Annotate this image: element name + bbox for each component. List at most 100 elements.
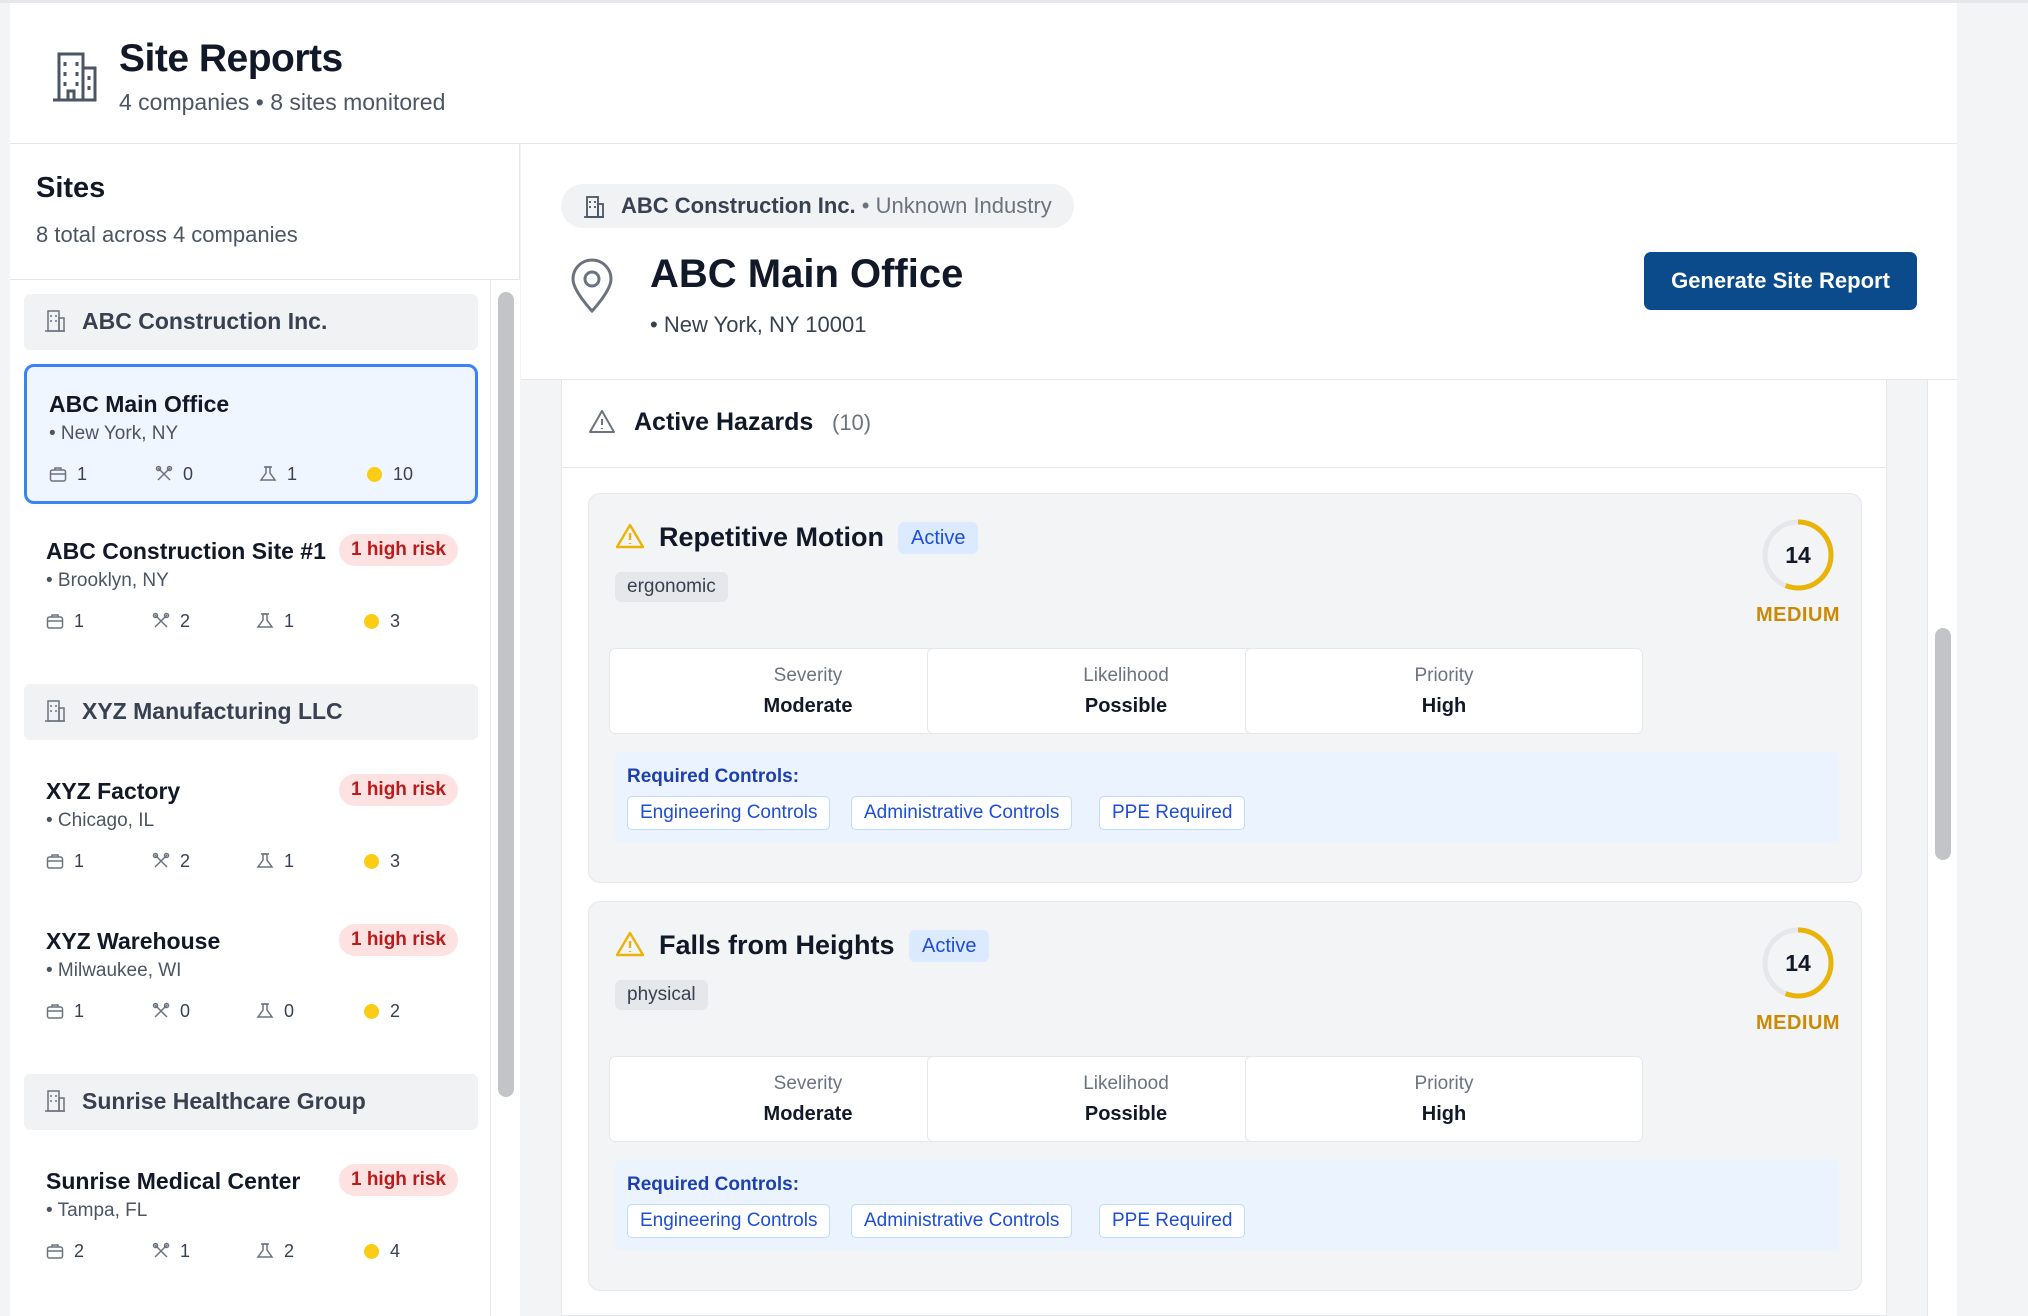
site-stats: 1 2 1 3	[46, 608, 456, 634]
user-icon	[256, 1243, 274, 1258]
site-name: Sunrise Medical Center	[46, 1168, 301, 1194]
hazard-dot-icon	[364, 854, 379, 869]
sidebar-title: Sites	[36, 172, 106, 204]
site-card[interactable]: Sunrise Medical Center • Tampa, FL 1 high …	[24, 1144, 478, 1284]
site-stats: 1 0 0 2	[46, 998, 456, 1024]
site-stat-value: 1	[74, 851, 85, 871]
site-detail: ABC Construction Inc. • Unknown Industry…	[521, 144, 1957, 1316]
site-name: ABC Main Office	[49, 391, 230, 417]
site-stat-value: 0	[180, 1001, 191, 1021]
hazard-dot-icon	[364, 1004, 379, 1019]
building-icon	[45, 310, 65, 332]
site-stat-value: 2	[284, 1241, 295, 1261]
company-name: ABC Construction Inc.	[621, 193, 856, 218]
company-industry: • Unknown Industry	[861, 193, 1052, 218]
warning-icon	[589, 410, 615, 433]
user-icon	[256, 1003, 274, 1018]
tools-icon	[152, 1002, 170, 1018]
site-stat-value: 1	[180, 1241, 191, 1261]
control-chip: Administrative Controls	[851, 1204, 1073, 1238]
high-risk-badge: 1 high risk	[338, 1164, 458, 1196]
hazard-dot-icon	[367, 467, 382, 482]
control-chip: Engineering Controls	[627, 1204, 831, 1238]
site-stat-value: 1	[284, 611, 295, 631]
active-hazards-header: Active Hazards (10)	[562, 380, 1886, 468]
hazard-category-tag: physical	[615, 980, 708, 1010]
building-icon	[53, 52, 97, 102]
site-stats: 2 1 2 4	[46, 1238, 456, 1264]
tools-icon	[152, 852, 170, 868]
site-stat-value: 0	[284, 1001, 295, 1021]
briefcase-icon	[46, 1244, 64, 1259]
site-stat-value: 1	[74, 611, 85, 631]
hazard-status-badge: Active	[898, 522, 979, 554]
site-stat-value: 4	[390, 1241, 401, 1261]
hazard-category-tag: ergonomic	[615, 572, 728, 602]
required-controls-label: Required Controls:	[627, 766, 800, 787]
site-stats: 1 2 1 3	[46, 848, 456, 874]
user-icon	[259, 466, 277, 481]
site-name: ABC Construction Site #1	[46, 538, 326, 564]
site-stat-value: 2	[390, 1001, 401, 1021]
hazard-dot-icon	[364, 1244, 379, 1259]
sidebar-header: Sites 8 total across 4 companies	[10, 144, 520, 280]
building-icon	[584, 196, 604, 218]
tools-icon	[152, 1242, 170, 1258]
briefcase-icon	[46, 1004, 64, 1019]
site-detail-header: ABC Construction Inc. • Unknown Industry…	[521, 144, 1957, 380]
active-hazards-panel: Active Hazards (10) Repetitive Motion Act…	[561, 380, 1887, 1316]
site-stat-value: 1	[287, 464, 298, 484]
generate-site-report-button[interactable]: Generate Site Report	[1644, 252, 1917, 310]
building-icon	[45, 1090, 65, 1112]
site-stat-value: 1	[284, 851, 295, 871]
hazard-metric-priority: Priority High	[1245, 1056, 1643, 1142]
main-scrollbar-thumb[interactable]	[1935, 628, 1951, 860]
risk-score-value: 14	[1785, 950, 1811, 976]
site-stat-value: 1	[77, 464, 88, 484]
active-hazards-count: (10)	[832, 410, 872, 435]
sites-sidebar: Sites 8 total across 4 companies ABC Con…	[10, 144, 520, 1316]
map-pin-icon	[571, 258, 613, 314]
sidebar-scrollbar-thumb[interactable]	[498, 292, 514, 1097]
warning-icon	[615, 931, 645, 957]
company-group-header[interactable]: Sunrise Healthcare Group	[24, 1074, 478, 1130]
company-group-label: Sunrise Healthcare Group	[82, 1088, 366, 1114]
hazard-card: Repetitive Motion Active ergonomic 14 MEDIUM…	[588, 493, 1862, 883]
site-card[interactable]: ABC Main Office • New York, NY 1 0 1 10	[24, 364, 478, 504]
hazard-title: Falls from Heights	[659, 930, 895, 960]
page-header: Site Reports 4 companies • 8 sites monit…	[10, 3, 1957, 144]
required-controls: Required Controls: Engineering Controls Ad…	[615, 1160, 1839, 1250]
site-title: ABC Main Office	[650, 252, 964, 296]
tools-icon	[155, 465, 173, 481]
company-group-header[interactable]: XYZ Manufacturing LLC	[24, 684, 478, 740]
company-group-label: ABC Construction Inc.	[82, 308, 328, 334]
site-stat-value: 1	[74, 1001, 85, 1021]
page-title: Site Reports	[119, 37, 343, 80]
hazard-dot-icon	[364, 614, 379, 629]
tools-icon	[152, 612, 170, 628]
user-icon	[256, 613, 274, 628]
site-stat-value: 2	[74, 1241, 85, 1261]
site-card[interactable]: XYZ Factory • Chicago, IL 1 high risk 1 2 1 3	[24, 754, 478, 894]
metric-label: Priority	[1414, 665, 1474, 686]
metric-value: High	[1421, 1103, 1467, 1125]
risk-level-label: MEDIUM	[1755, 1012, 1841, 1034]
site-location: • New York, NY	[49, 423, 179, 444]
briefcase-icon	[46, 854, 64, 869]
site-card[interactable]: XYZ Warehouse • Milwaukee, WI 1 high risk 1…	[24, 904, 478, 1044]
site-stat-value: 10	[393, 464, 414, 484]
site-stat-value: 3	[390, 611, 401, 631]
hazard-metric-priority: Priority High	[1245, 648, 1643, 734]
site-name: XYZ Factory	[46, 778, 181, 804]
company-group-label: XYZ Manufacturing LLC	[82, 698, 343, 724]
site-card[interactable]: ABC Construction Site #1 • Brooklyn, NY 1 …	[24, 514, 478, 654]
control-chip: Engineering Controls	[627, 796, 831, 830]
site-location: • Tampa, FL	[46, 1200, 148, 1221]
high-risk-badge: 1 high risk	[338, 924, 458, 956]
hazard-status-badge: Active	[909, 930, 990, 962]
site-location: • Chicago, IL	[46, 810, 155, 831]
company-group-header[interactable]: ABC Construction Inc.	[24, 294, 478, 350]
metric-label: Priority	[1414, 1073, 1474, 1094]
required-controls-label: Required Controls:	[627, 1174, 800, 1195]
site-stat-value: 0	[183, 464, 194, 484]
